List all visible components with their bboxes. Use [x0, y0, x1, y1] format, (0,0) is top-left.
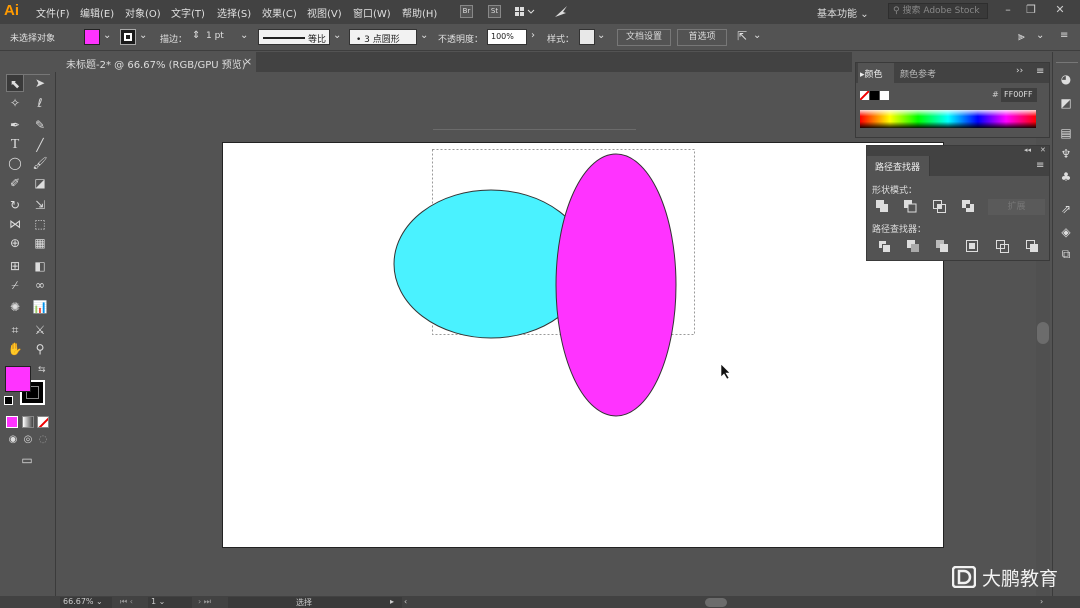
close-panel-icon[interactable]: ✕ — [1040, 146, 1046, 154]
graph-tool-icon[interactable]: 📊 — [31, 298, 49, 316]
panel-menu-icon[interactable]: ≡ — [1036, 66, 1044, 77]
merge-icon[interactable] — [936, 240, 949, 256]
scroll-right-icon[interactable]: › — [1040, 597, 1043, 606]
selection-tool-icon[interactable]: ⬉ — [6, 74, 24, 92]
rotate-tool-icon[interactable]: ↻ — [6, 196, 24, 214]
pathfinder-tabstrip — [930, 156, 1049, 176]
watermark-logo-icon — [951, 565, 977, 589]
shaper-tool-icon[interactable]: ✐ — [6, 174, 24, 192]
panel-menu-icon[interactable]: ≡ — [1036, 160, 1044, 171]
pen-tool-icon[interactable]: ✒ — [6, 116, 24, 134]
none-swatch[interactable] — [860, 91, 869, 100]
unite-icon[interactable] — [876, 200, 889, 216]
outline-icon[interactable] — [996, 240, 1009, 256]
slice-tool-icon[interactable]: ⚔ — [31, 321, 49, 339]
expand-button[interactable]: 扩展 — [988, 199, 1045, 215]
type-tool-icon[interactable]: T — [6, 136, 24, 154]
color-tab-text: 颜色 — [864, 70, 883, 80]
perspective-grid-icon[interactable]: ▦ — [31, 234, 49, 252]
lasso-icon[interactable]: ℓ — [31, 94, 49, 112]
layers-icon[interactable]: ◈ — [1058, 225, 1074, 241]
gradient-tool-icon[interactable]: ◧ — [31, 257, 49, 275]
pathfinder-title: 路径查找器 — [875, 163, 921, 173]
intersect-icon[interactable] — [933, 200, 946, 216]
watermark: 大鹏教育 — [951, 564, 1059, 591]
status-menu-icon[interactable]: ▸ — [390, 597, 394, 606]
tab-color-guide[interactable]: 颜色参考 — [900, 67, 936, 80]
symbol-sprayer-icon[interactable]: ✺ — [6, 298, 24, 316]
line-tool-icon[interactable]: ╱ — [31, 136, 49, 154]
next-artboard-icon[interactable]: › ⏭ — [198, 597, 211, 607]
gradient-mode-icon[interactable] — [22, 416, 34, 428]
paintbrush-icon[interactable]: 🖌 — [31, 154, 49, 172]
swap-colors-icon[interactable]: ⇆ — [38, 365, 46, 375]
shape-builder-icon[interactable]: ⊕ — [6, 234, 24, 252]
ellipse-tool-icon[interactable]: ◯ — [6, 154, 24, 172]
eyedropper-icon[interactable]: ⌿ — [6, 276, 24, 294]
swatches-icon[interactable]: ▤ — [1058, 126, 1074, 142]
horizontal-scroll-thumb[interactable] — [705, 598, 727, 607]
page-value: 1 — [151, 597, 157, 606]
collapse-panel-icon[interactable]: ›› — [1016, 66, 1023, 76]
mesh-tool-icon[interactable]: ⊞ — [6, 257, 24, 275]
curvature-tool-icon[interactable]: ✎ — [31, 116, 49, 134]
hex-prefix: # — [992, 90, 999, 99]
collapse-panel-icon[interactable]: ◂◂ — [1024, 146, 1031, 154]
none-mode-icon[interactable] — [37, 416, 49, 428]
trim-icon[interactable] — [907, 240, 920, 256]
hex-input[interactable]: FF00FF — [1001, 88, 1037, 102]
minus-back-icon[interactable] — [1026, 240, 1039, 256]
scroll-thumb[interactable] — [1037, 322, 1049, 344]
zoom-level-input[interactable]: 66.67% ⌄ — [60, 597, 112, 608]
screen-mode-icon[interactable]: ▭ — [18, 451, 36, 469]
crop-icon[interactable] — [966, 240, 979, 256]
fill-color-box[interactable] — [5, 366, 31, 392]
pathfinders-label: 路径查找器： — [872, 225, 927, 235]
color-guide-icon[interactable]: ◩ — [1058, 96, 1074, 112]
zoom-tool-icon[interactable]: ⚲ — [31, 340, 49, 358]
free-transform-icon[interactable]: ⬚ — [31, 215, 49, 233]
symbols-icon[interactable]: ♣ — [1058, 170, 1074, 186]
pathfinder-drag-bar[interactable] — [867, 146, 1049, 156]
artboard-navigation[interactable]: 1 ⌄ — [148, 597, 192, 608]
cursor-icon — [720, 363, 731, 380]
first-artboard-icon[interactable]: ⏮ ‹ — [120, 597, 133, 607]
artboard-guide — [433, 129, 636, 130]
magenta-ellipse[interactable] — [555, 153, 677, 417]
blend-tool-icon[interactable]: ∞ — [31, 276, 49, 294]
divide-icon[interactable] — [878, 240, 891, 256]
color-palette-icon[interactable]: ◕ — [1058, 72, 1074, 88]
white-swatch[interactable] — [880, 91, 889, 100]
shape-modes-label: 形状模式： — [872, 186, 918, 196]
direct-selection-tool-icon[interactable]: ➤ — [31, 74, 49, 92]
artboards-icon[interactable]: ⧉ — [1058, 247, 1074, 263]
scale-tool-icon[interactable]: ⇲ — [31, 196, 49, 214]
export-icon[interactable]: ⇗ — [1058, 202, 1074, 218]
brushes-icon[interactable]: ♆ — [1058, 147, 1074, 163]
scroll-left-icon[interactable]: ‹ — [404, 597, 407, 606]
status-field — [228, 597, 402, 608]
watermark-text: 大鹏教育 — [982, 568, 1059, 590]
minus-front-icon[interactable] — [904, 200, 917, 216]
dock-grip[interactable] — [1056, 62, 1078, 66]
hand-tool-icon[interactable]: ✋ — [6, 340, 24, 358]
magic-wand-icon[interactable]: ✧ — [6, 94, 24, 112]
color-tab-label: ▸颜色 — [860, 67, 883, 80]
color-mode-icon[interactable] — [6, 416, 18, 428]
exclude-icon[interactable] — [962, 200, 975, 216]
zoom-value: 66.67% — [63, 597, 94, 606]
eraser-icon[interactable]: ◪ — [31, 174, 49, 192]
width-tool-icon[interactable]: ⋈ — [6, 215, 24, 233]
artboard-tool-icon[interactable]: ⌗ — [6, 321, 24, 339]
color-spectrum[interactable] — [860, 110, 1036, 128]
draw-inside-icon[interactable]: ◌ — [34, 431, 52, 449]
status-text: 选择 — [296, 598, 312, 607]
black-swatch[interactable] — [870, 91, 879, 100]
default-colors-icon[interactable] — [4, 396, 13, 405]
